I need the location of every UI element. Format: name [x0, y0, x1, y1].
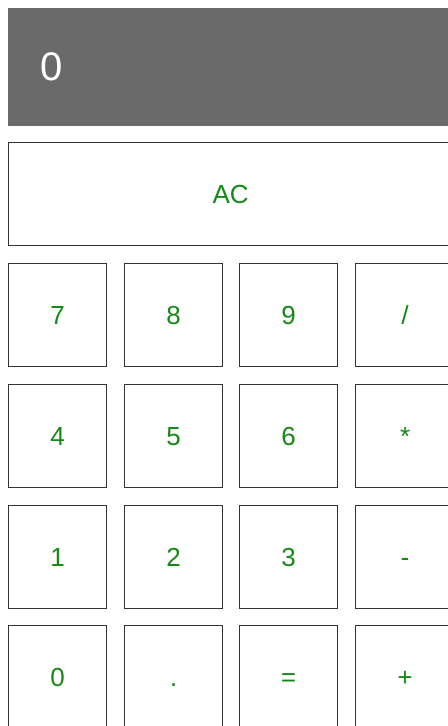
- add-button[interactable]: +: [355, 625, 448, 726]
- digit-4-button[interactable]: 4: [8, 384, 107, 488]
- equals-button[interactable]: =: [239, 625, 338, 726]
- digit-6-button[interactable]: 6: [239, 384, 338, 488]
- digit-5-button[interactable]: 5: [124, 384, 223, 488]
- digit-8-button[interactable]: 8: [124, 263, 223, 367]
- digit-0-button[interactable]: 0: [8, 625, 107, 726]
- decimal-point-button[interactable]: .: [124, 625, 223, 726]
- divide-button[interactable]: /: [355, 263, 448, 367]
- digit-7-button[interactable]: 7: [8, 263, 107, 367]
- clear-button[interactable]: AC: [8, 142, 448, 246]
- digit-3-button[interactable]: 3: [239, 505, 338, 609]
- calculator: 0 AC 7 8 9 / 4 5 6 * 1 2 3 - 0 . = +: [0, 0, 448, 726]
- digit-9-button[interactable]: 9: [239, 263, 338, 367]
- digit-2-button[interactable]: 2: [124, 505, 223, 609]
- calculator-display: 0: [8, 8, 448, 126]
- digit-1-button[interactable]: 1: [8, 505, 107, 609]
- subtract-button[interactable]: -: [355, 505, 448, 609]
- multiply-button[interactable]: *: [355, 384, 448, 488]
